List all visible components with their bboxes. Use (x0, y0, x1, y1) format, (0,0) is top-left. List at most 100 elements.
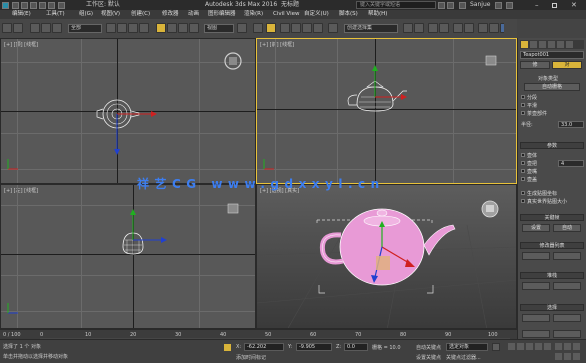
fov-icon[interactable] (564, 353, 571, 360)
set-key-label[interactable]: 设置关键点 (416, 354, 441, 361)
schematic-view-icon[interactable] (464, 23, 474, 33)
menu-modifiers[interactable]: 修改器 (162, 10, 179, 19)
pin-stack-button[interactable] (522, 282, 550, 290)
menu-civil-view[interactable]: Civil View (273, 10, 299, 19)
selected-dropdown[interactable]: 选定对象 (446, 343, 488, 351)
motion-tab-icon[interactable] (548, 41, 555, 48)
menu-graph-editors[interactable]: 图形编辑器 (208, 10, 236, 19)
body-checkbox[interactable] (521, 153, 525, 157)
align-icon[interactable] (414, 23, 424, 33)
teapot-top-wireframe[interactable] (1, 39, 256, 184)
y-coord-field[interactable]: -9.905 (296, 343, 332, 351)
viewport-left[interactable]: [+] [左] [线框] (0, 184, 256, 329)
display-tab-icon[interactable] (557, 41, 564, 48)
select-button-4[interactable] (553, 330, 581, 338)
select-button-2[interactable] (553, 314, 581, 322)
curve-editor-icon[interactable] (453, 23, 463, 33)
keyframe-rollout[interactable]: 关键帧 (520, 214, 584, 221)
redo-icon[interactable] (48, 1, 55, 9)
add-time-tag[interactable]: 添加时间标记 (236, 354, 266, 361)
menu-customize[interactable]: 自定义(U) (304, 10, 329, 19)
handle-checkbox[interactable] (521, 161, 525, 165)
selection-rollout[interactable]: 选择 (520, 304, 584, 311)
teapot-perspective-shaded[interactable] (257, 185, 517, 329)
menu-animation[interactable]: 动画 (188, 10, 199, 19)
maximize-button[interactable] (552, 2, 557, 8)
segments-checkbox[interactable] (521, 95, 525, 99)
toggle-ribbon-icon[interactable] (439, 23, 449, 33)
select-move-icon[interactable] (156, 23, 166, 33)
gen-mapping-checkbox[interactable] (521, 191, 525, 195)
menu-scripting[interactable]: 脚本(S) (339, 10, 358, 19)
go-to-end-icon[interactable] (544, 343, 551, 350)
help-icon[interactable] (506, 1, 513, 9)
project-folder-icon[interactable] (58, 1, 65, 9)
teapot-button[interactable]: 自动栅格 (524, 83, 580, 91)
object-name-field[interactable]: Teapot001 (520, 51, 584, 59)
teapot-front-wireframe[interactable] (257, 39, 517, 184)
search-input[interactable]: 键入关键字或短语 (356, 1, 436, 9)
tab-modifier[interactable]: 修 (520, 61, 550, 69)
minimize-button[interactable]: – (535, 0, 539, 10)
zoom-icon[interactable] (555, 343, 562, 350)
previous-frame-icon[interactable] (517, 343, 524, 350)
menu-tools[interactable]: 工具(T) (46, 10, 65, 19)
auto-key-label[interactable]: 自动关键点 (416, 344, 441, 351)
set-key-button[interactable]: 设置 (522, 224, 550, 232)
redo-icon[interactable] (13, 23, 23, 33)
search-icon[interactable] (438, 1, 445, 9)
select-link-icon[interactable] (30, 23, 40, 33)
select-by-name-icon[interactable] (117, 23, 127, 33)
menu-views[interactable]: 视图(V) (101, 10, 120, 19)
teapot-left-wireframe[interactable] (1, 185, 256, 329)
menu-rendering[interactable]: 渲染(R) (244, 10, 263, 19)
open-file-icon[interactable] (21, 1, 28, 9)
parameters-rollout[interactable]: 参数 (520, 142, 584, 149)
user-icon[interactable] (459, 1, 466, 9)
window-crossing-icon[interactable] (139, 23, 149, 33)
undo-icon[interactable] (2, 23, 12, 33)
undo-icon[interactable] (39, 1, 46, 9)
segments-spinner[interactable]: 4 (558, 160, 584, 167)
angle-snap-icon[interactable] (291, 23, 301, 33)
pivot-center-icon[interactable] (237, 23, 247, 33)
percent-snap-icon[interactable] (302, 23, 312, 33)
workspace-dropdown[interactable]: 工作区: 默认 (86, 0, 120, 10)
rect-region-icon[interactable] (128, 23, 138, 33)
select-manipulate-icon[interactable] (253, 23, 263, 33)
stack-button-1[interactable] (522, 252, 550, 260)
menu-create[interactable]: 创建(C) (131, 10, 150, 19)
select-button-3[interactable] (522, 330, 550, 338)
named-selection-dropdown[interactable]: 创建选择集 (344, 24, 398, 33)
z-coord-field[interactable]: 0.0 (344, 343, 368, 351)
utilities-tab-icon[interactable] (566, 41, 573, 48)
zoom-all-icon[interactable] (555, 353, 562, 360)
close-button[interactable]: ✕ (571, 0, 577, 10)
orbit-icon[interactable] (573, 343, 580, 350)
spout-checkbox[interactable] (521, 169, 525, 173)
select-place-icon[interactable] (189, 23, 199, 33)
modify-tab-icon[interactable] (530, 41, 537, 48)
parts-checkbox[interactable] (521, 111, 525, 115)
modifier-list-rollout[interactable]: 修改器列表 (520, 242, 584, 249)
edit-named-selection-icon[interactable] (328, 23, 338, 33)
set-key-icon[interactable] (492, 343, 500, 351)
bind-spacewarp-icon[interactable] (52, 23, 62, 33)
menu-edit[interactable]: 编辑(E) (12, 10, 31, 19)
spinner-snap-icon[interactable] (313, 23, 323, 33)
ref-coord-dropdown[interactable]: 视图 (204, 24, 234, 33)
show-end-result-button[interactable] (553, 282, 581, 290)
select-object-icon[interactable] (106, 23, 116, 33)
save-file-icon[interactable] (30, 1, 37, 9)
viewport-front[interactable]: [+] [前] [线框] (256, 38, 517, 184)
lid-checkbox[interactable] (521, 177, 525, 181)
app-logo-icon[interactable] (2, 1, 9, 9)
infocenter-icon[interactable] (447, 1, 454, 9)
go-to-start-icon[interactable] (508, 343, 515, 350)
new-file-icon[interactable] (12, 1, 19, 9)
unlink-icon[interactable] (41, 23, 51, 33)
user-name[interactable]: Sanjue (470, 0, 490, 10)
x-coord-field[interactable]: -62.202 (244, 343, 284, 351)
auto-key-button[interactable]: 自动 (553, 224, 581, 232)
stack-rollout[interactable]: 堆栈 (520, 272, 584, 279)
